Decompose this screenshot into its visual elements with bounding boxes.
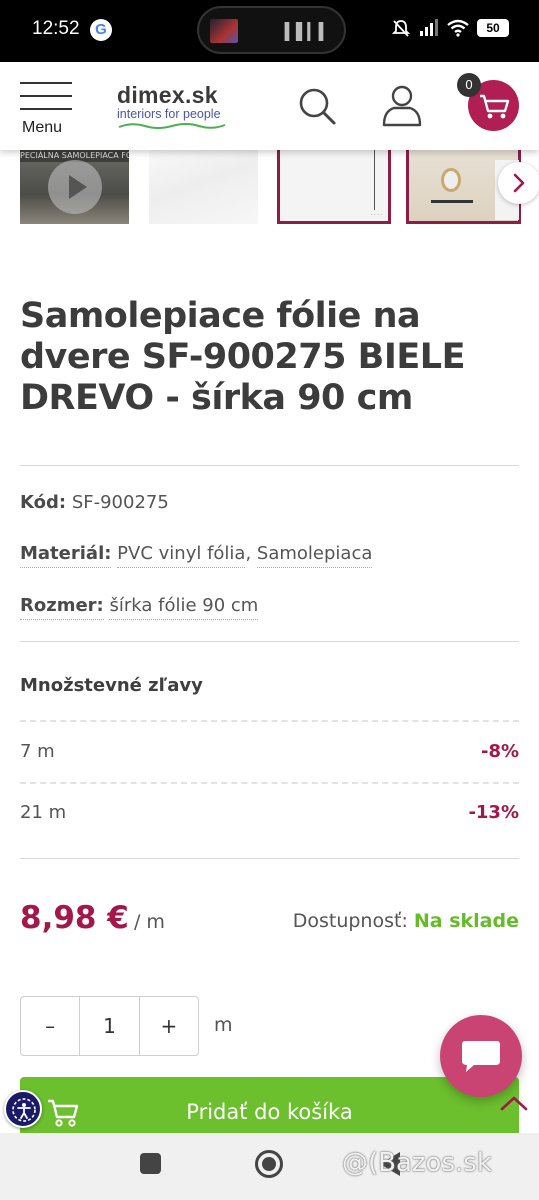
add-to-cart-label: Pridať do košíka bbox=[186, 1100, 353, 1124]
recents-button[interactable] bbox=[140, 1153, 161, 1174]
menu-button[interactable]: Menu bbox=[20, 82, 72, 138]
dashed-divider bbox=[20, 720, 519, 722]
price-value: 8,98 € bbox=[20, 900, 129, 936]
discount-qty: 21 m bbox=[20, 802, 67, 823]
logo-name: dimex.sk bbox=[117, 82, 218, 108]
availability-label: Dostupnosť: bbox=[292, 910, 408, 932]
gallery-thumb-2[interactable] bbox=[149, 150, 258, 224]
gallery-thumbnails: PECIÁLNA SAMOLEPIACA FÓLIA EX · · · · bbox=[0, 150, 539, 226]
watermark: @(Bazos.sk bbox=[342, 1148, 492, 1178]
status-bar: 12:52 G ▍▌▎▍ 50 bbox=[0, 0, 539, 62]
status-icons: 50 bbox=[391, 18, 509, 38]
quantity-decrease-button[interactable]: – bbox=[21, 997, 79, 1055]
discount-percent: -13% bbox=[468, 802, 519, 823]
divider bbox=[20, 641, 519, 642]
search-icon[interactable] bbox=[297, 86, 337, 126]
discounts-title: Množstevné zľavy bbox=[20, 675, 203, 696]
attr-code: Kód: SF-900275 bbox=[20, 492, 169, 513]
wifi-icon bbox=[447, 19, 469, 37]
site-logo[interactable]: dimex.sk interiors for people bbox=[117, 82, 227, 130]
attr-size: Rozmer: šírka fólie 90 cm bbox=[20, 595, 259, 620]
audio-wave-icon: ▍▌▎▍ bbox=[284, 22, 331, 41]
quantity-stepper: – 1 + bbox=[20, 996, 199, 1056]
attr-code-value: SF-900275 bbox=[71, 492, 169, 513]
screen: 12:52 G ▍▌▎▍ 50 Menu dimex.sk interiors … bbox=[0, 0, 539, 1200]
site-header: Menu dimex.sk interiors for people 0 bbox=[0, 62, 539, 150]
availability-value: Na sklade bbox=[413, 910, 519, 932]
discount-row: 21 m -13% bbox=[20, 802, 519, 823]
availability: Dostupnosť: Na sklade bbox=[293, 910, 519, 932]
quantity-input[interactable]: 1 bbox=[79, 997, 138, 1055]
mute-icon bbox=[391, 20, 411, 37]
discount-qty: 7 m bbox=[20, 741, 55, 762]
chat-button[interactable] bbox=[440, 1015, 522, 1097]
divider bbox=[20, 465, 519, 466]
gallery-next-button[interactable] bbox=[498, 162, 539, 204]
system-nav-bar: @(Bazos.sk bbox=[0, 1133, 539, 1200]
status-time: 12:52 bbox=[32, 18, 80, 39]
media-thumbnail bbox=[210, 19, 238, 43]
attr-size-value[interactable]: šírka fólie 90 cm bbox=[109, 595, 259, 620]
divider bbox=[20, 858, 519, 859]
logo-wave-icon bbox=[118, 123, 226, 129]
home-button[interactable] bbox=[255, 1150, 283, 1178]
attr-material: Materiál: PVC vinyl fólia, Samolepiaca bbox=[20, 543, 373, 568]
attr-material-link-2[interactable]: Samolepiaca bbox=[256, 543, 373, 568]
menu-label: Menu bbox=[22, 119, 63, 136]
signal-icon bbox=[420, 19, 438, 36]
gallery-thumb-3[interactable]: · · · · bbox=[277, 150, 391, 224]
cart-button[interactable]: 0 bbox=[457, 73, 519, 131]
battery-indicator: 50 bbox=[477, 19, 509, 37]
google-icon: G bbox=[90, 19, 112, 41]
attr-size-label: Rozmer: bbox=[20, 595, 104, 620]
quantity-unit: m bbox=[214, 1014, 233, 1036]
attr-material-link-1[interactable]: PVC vinyl fólia bbox=[117, 543, 246, 568]
discount-percent: -8% bbox=[480, 741, 519, 762]
add-to-cart-button[interactable]: Pridať do košíka bbox=[20, 1077, 519, 1133]
hamburger-icon bbox=[20, 82, 72, 110]
discount-row: 7 m -8% bbox=[20, 741, 519, 762]
product-title: Samolepiace fólie na dvere SF-900275 BIE… bbox=[20, 296, 465, 418]
quantity-increase-button[interactable]: + bbox=[138, 997, 198, 1055]
chevron-right-icon bbox=[513, 173, 525, 193]
price-unit: / m bbox=[133, 911, 165, 933]
play-icon[interactable] bbox=[48, 160, 102, 214]
dynamic-island[interactable]: ▍▌▎▍ bbox=[197, 6, 346, 54]
attr-material-label: Materiál: bbox=[20, 543, 112, 568]
dashed-divider bbox=[20, 782, 519, 784]
attr-code-label: Kód: bbox=[20, 492, 67, 513]
gallery-thumb-video[interactable]: PECIÁLNA SAMOLEPIACA FÓLIA EX bbox=[20, 150, 129, 224]
cart-count-badge: 0 bbox=[457, 73, 481, 97]
price: 8,98 € / m bbox=[20, 900, 165, 936]
user-icon[interactable] bbox=[380, 84, 424, 128]
accessibility-icon bbox=[12, 1098, 36, 1122]
accessibility-button[interactable] bbox=[4, 1090, 42, 1128]
chat-icon bbox=[462, 1041, 500, 1072]
chevron-up-icon[interactable] bbox=[500, 1094, 528, 1112]
logo-tagline: interiors for people bbox=[117, 107, 221, 121]
